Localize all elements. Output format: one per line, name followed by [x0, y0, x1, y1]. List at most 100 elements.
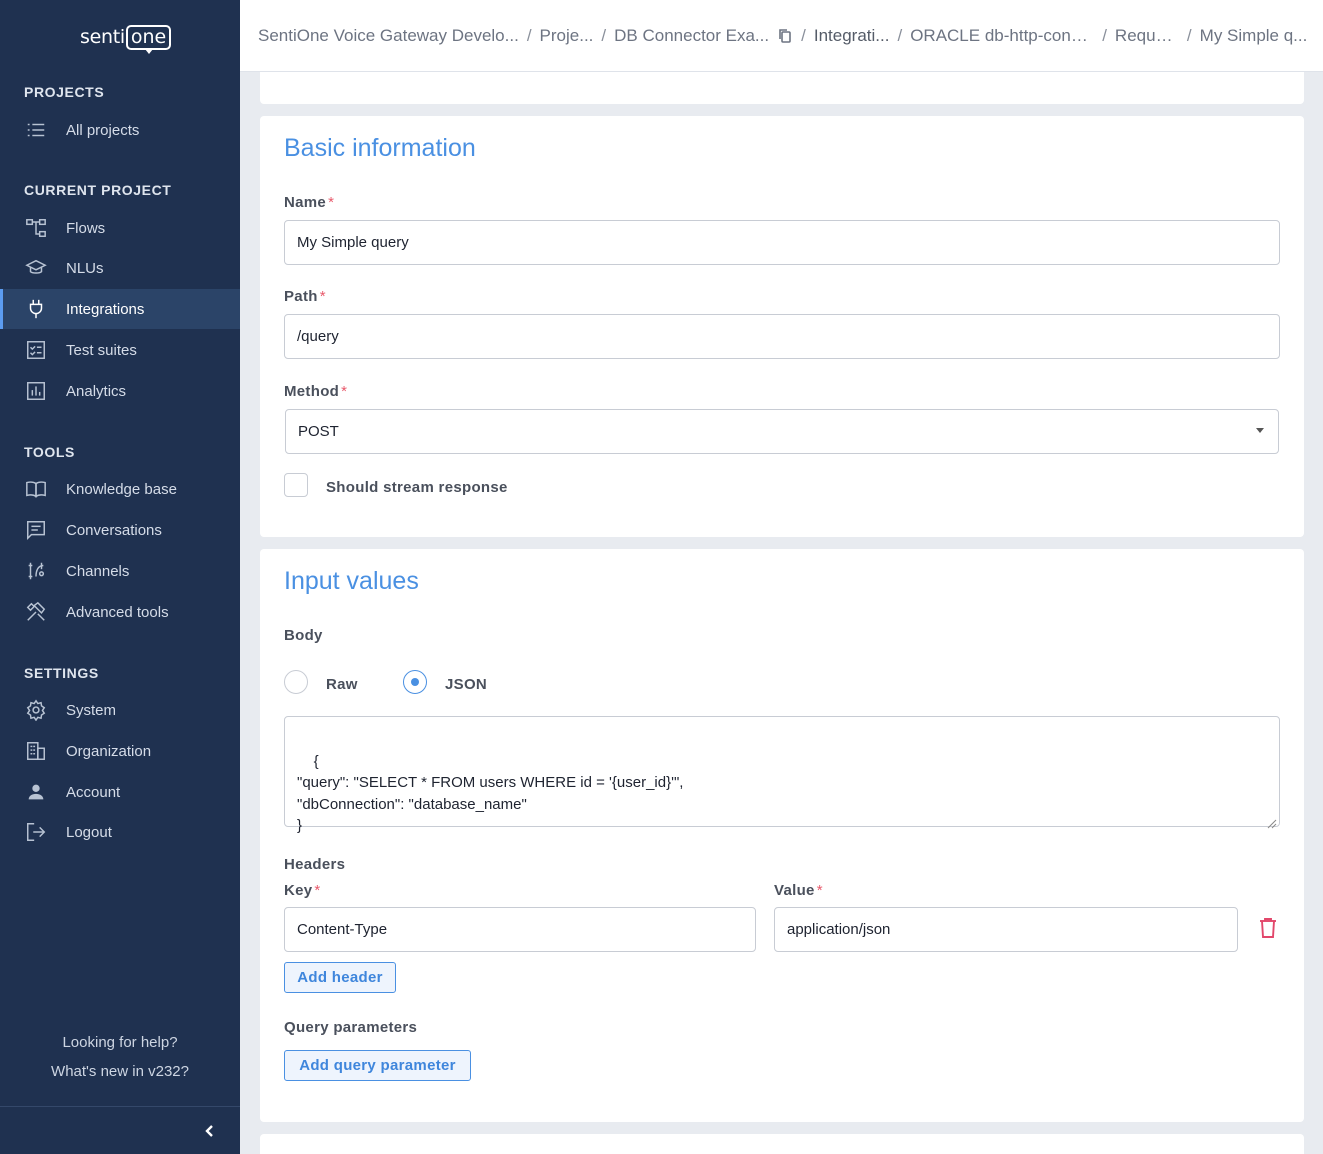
path-label-text: Path — [284, 288, 318, 305]
body-textarea[interactable]: { "query": "SELECT * FROM users WHERE id… — [284, 716, 1280, 834]
input-values-title: Input values — [284, 567, 419, 595]
breadcrumb-item-projects[interactable]: Proje... — [540, 26, 594, 46]
sidebar-item-channels[interactable]: Channels — [0, 551, 240, 591]
breadcrumb-separator: / — [526, 25, 532, 45]
sidebar-footer — [0, 1106, 240, 1154]
sidebar-item-label: Knowledge base — [66, 480, 177, 498]
body-label: Body — [284, 627, 323, 644]
required-marker: * — [341, 383, 348, 400]
method-label: Method * — [284, 383, 347, 400]
person-icon — [24, 780, 48, 804]
required-marker: * — [328, 194, 335, 211]
sidebar-item-integrations[interactable]: Integrations — [0, 289, 240, 329]
sidebar-item-label: Logout — [66, 823, 112, 841]
section-title-projects: PROJECTS — [24, 84, 105, 100]
tools-icon — [24, 600, 48, 624]
required-marker: * — [319, 288, 326, 305]
raw-radio[interactable] — [284, 670, 308, 694]
breadcrumb-separator: / — [897, 25, 903, 45]
channels-icon — [24, 559, 48, 583]
breadcrumb: SentiOne Voice Gateway Develo... / Proje… — [240, 0, 1323, 72]
breadcrumb-item-requests[interactable]: Reque... — [1115, 26, 1179, 46]
basic-information-title: Basic information — [284, 134, 476, 162]
required-marker: * — [314, 882, 321, 899]
stream-response-checkbox[interactable] — [284, 473, 308, 497]
breadcrumb-separator: / — [1102, 25, 1107, 45]
sidebar: senti one PROJECTS All projects CURRENT P… — [0, 0, 240, 1154]
sidebar-item-label: Integrations — [66, 300, 145, 318]
sidebar-item-label: Flows — [66, 219, 106, 237]
flows-icon — [24, 216, 48, 240]
sidebar-item-system[interactable]: System — [0, 690, 240, 730]
sidebar-item-nlus[interactable]: NLUs — [0, 248, 240, 288]
raw-radio-label[interactable]: Raw — [326, 676, 358, 693]
sidebar-item-label: NLUs — [66, 259, 104, 277]
sidebar-item-all-projects[interactable]: All projects — [0, 110, 240, 150]
input-values-card: Input values Body Raw JSON { "query": "S… — [260, 549, 1304, 1122]
headers-label: Headers — [284, 856, 346, 873]
sidebar-item-knowledge-base[interactable]: Knowledge base — [0, 469, 240, 509]
sidebar-item-label: Conversations — [66, 521, 162, 539]
path-input[interactable]: /query — [284, 314, 1280, 359]
resize-handle-icon[interactable] — [1267, 814, 1277, 829]
sidebar-item-label: Test suites — [66, 341, 137, 359]
header-key-input[interactable]: Content-Type — [284, 907, 756, 952]
sidebar-item-label: All projects — [66, 121, 140, 139]
header-value-input[interactable]: application/json — [774, 907, 1238, 952]
sidebar-item-logout[interactable]: Logout — [0, 812, 240, 852]
checklist-icon — [24, 338, 48, 362]
sidebar-item-test-suites[interactable]: Test suites — [0, 330, 240, 370]
breadcrumb-item-integrations[interactable]: Integrati... — [814, 26, 890, 46]
sentione-logo[interactable]: senti one — [80, 22, 172, 54]
breadcrumb-separator: / — [801, 25, 806, 45]
json-radio-label[interactable]: JSON — [445, 676, 487, 693]
query-parameters-label: Query parameters — [284, 1019, 418, 1036]
delete-header-button[interactable] — [1258, 917, 1278, 939]
sidebar-item-conversations[interactable]: Conversations — [0, 510, 240, 550]
trash-icon — [1260, 918, 1276, 938]
copy-icon[interactable] — [777, 28, 793, 44]
value-label-text: Value — [774, 882, 815, 899]
book-icon — [24, 477, 48, 501]
bar-chart-icon — [24, 379, 48, 403]
section-title-tools: TOOLS — [24, 444, 75, 460]
help-link[interactable]: Looking for help? — [0, 1034, 240, 1051]
sidebar-item-organization[interactable]: Organization — [0, 731, 240, 771]
sidebar-item-label: Analytics — [66, 382, 127, 400]
building-icon — [24, 739, 48, 763]
chevron-down-icon — [1256, 428, 1264, 433]
basic-information-card: Basic information Name * My Simple query … — [260, 116, 1304, 537]
breadcrumb-separator: / — [601, 25, 607, 45]
sidebar-item-label: Organization — [66, 742, 152, 760]
path-label: Path * — [284, 288, 326, 305]
whats-new-link[interactable]: What's new in v232? — [0, 1063, 240, 1080]
add-header-button[interactable]: Add header — [284, 962, 396, 993]
body-textarea-content: { "query": "SELECT * FROM users WHERE id… — [297, 752, 684, 835]
previous-section-card — [260, 72, 1304, 104]
sidebar-item-label: System — [66, 701, 117, 719]
method-select[interactable]: POST — [285, 409, 1279, 454]
list-icon — [24, 118, 48, 142]
breadcrumb-separator: / — [1186, 25, 1192, 45]
breadcrumb-item-integration[interactable]: ORACLE db-http-conn... — [910, 26, 1094, 46]
sidebar-item-label: Account — [66, 783, 121, 801]
sidebar-item-account[interactable]: Account — [0, 772, 240, 812]
name-input[interactable]: My Simple query — [284, 220, 1280, 265]
required-marker: * — [816, 882, 823, 899]
add-query-parameter-button[interactable]: Add query parameter — [284, 1050, 471, 1081]
sidebar-item-analytics[interactable]: Analytics — [0, 371, 240, 411]
collapse-sidebar-button[interactable] — [200, 1121, 220, 1141]
logo-text-one: one — [125, 24, 172, 54]
method-label-text: Method — [284, 383, 340, 400]
logout-icon — [24, 820, 48, 844]
sidebar-item-label: Channels — [66, 562, 130, 580]
breadcrumb-item-workspace[interactable]: SentiOne Voice Gateway Develo... — [258, 26, 519, 46]
key-label-text: Key — [284, 882, 313, 899]
sidebar-item-advanced-tools[interactable]: Advanced tools — [0, 592, 240, 632]
header-key-label: Key * — [284, 882, 321, 899]
stream-response-label[interactable]: Should stream response — [326, 479, 508, 496]
json-radio[interactable] — [403, 670, 427, 694]
breadcrumb-item-project[interactable]: DB Connector Exa... — [614, 26, 769, 46]
sidebar-item-flows[interactable]: Flows — [0, 208, 240, 248]
name-label: Name * — [284, 194, 334, 211]
